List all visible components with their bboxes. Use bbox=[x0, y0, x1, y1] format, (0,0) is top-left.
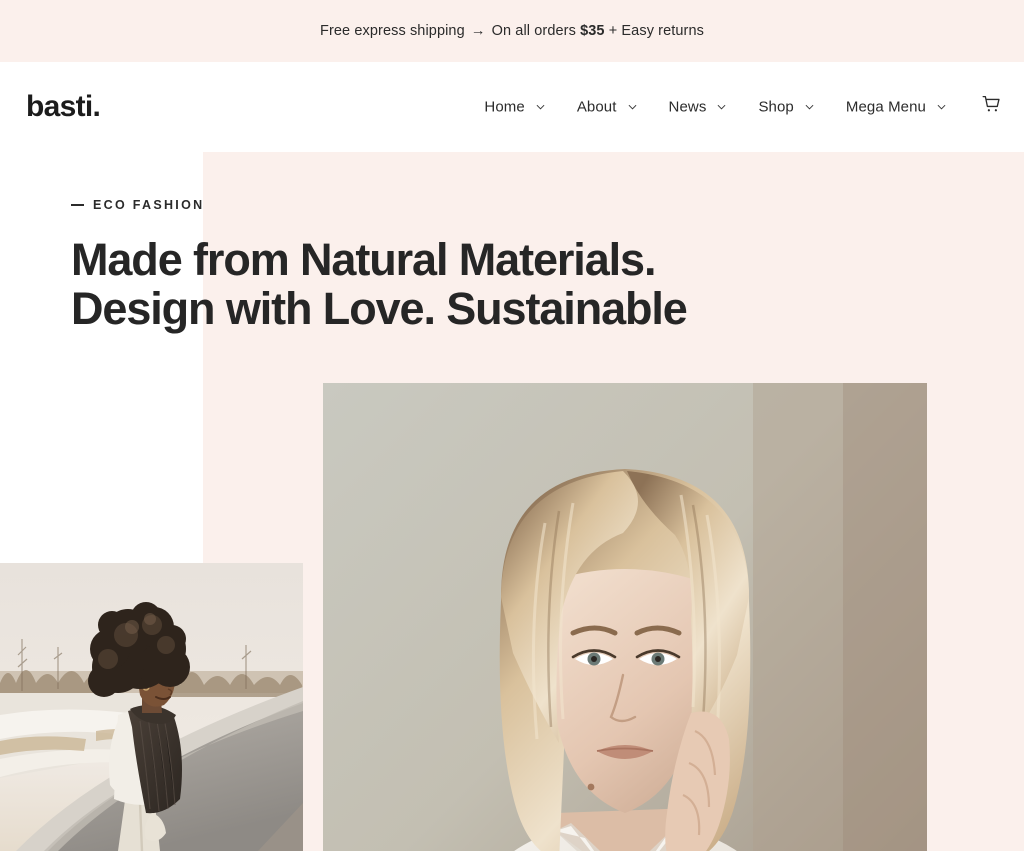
nav-item-home[interactable]: Home bbox=[468, 99, 560, 116]
chevron-down-icon[interactable] bbox=[536, 103, 545, 112]
page-root: Free express shipping → On all orders $3… bbox=[0, 0, 1024, 851]
hero-side-image bbox=[0, 563, 303, 851]
chevron-down-icon[interactable] bbox=[805, 103, 814, 112]
nav-item-label: Shop bbox=[758, 98, 794, 116]
nav-item-mega-menu[interactable]: Mega Menu bbox=[830, 99, 962, 116]
main-navigation: Home About News Shop Mega Menu bbox=[468, 99, 962, 116]
hero-section: ECO FASHION Made from Natural Materials.… bbox=[0, 152, 1024, 851]
cart-button[interactable] bbox=[976, 92, 1006, 122]
announcement-text-after: + Easy returns bbox=[604, 23, 704, 39]
chevron-down-icon[interactable] bbox=[937, 103, 946, 112]
hero-main-image-graphic bbox=[323, 383, 927, 851]
hero-eyebrow-label: ECO FASHION bbox=[93, 198, 205, 212]
hero-eyebrow: ECO FASHION bbox=[71, 198, 687, 212]
announcement-bar: Free express shipping → On all orders $3… bbox=[0, 0, 1024, 62]
hero-headline: Made from Natural Materials. Design with… bbox=[71, 234, 688, 334]
announcement-text: Free express shipping → On all orders $3… bbox=[320, 23, 704, 39]
chevron-down-icon[interactable] bbox=[717, 103, 726, 112]
hero-side-image-graphic bbox=[0, 563, 303, 851]
chevron-down-icon[interactable] bbox=[628, 103, 637, 112]
nav-item-news[interactable]: News bbox=[653, 99, 743, 116]
site-logo[interactable]: basti. bbox=[26, 90, 101, 124]
arrow-right-icon: → bbox=[470, 23, 486, 39]
shopping-cart-icon bbox=[981, 94, 1002, 120]
hero-text-block: ECO FASHION Made from Natural Materials.… bbox=[71, 198, 688, 334]
announcement-text-before: Free express shipping bbox=[320, 23, 469, 39]
announcement-text-middle: On all orders bbox=[487, 23, 581, 39]
site-header: basti. Home About News Shop Mega Menu bbox=[0, 62, 1024, 152]
hero-main-image bbox=[323, 383, 927, 851]
nav-item-label: Home bbox=[484, 98, 525, 116]
announcement-price: $35 bbox=[580, 23, 605, 39]
nav-item-label: About bbox=[576, 98, 617, 116]
nav-item-label: News bbox=[668, 98, 707, 116]
dash-icon bbox=[71, 204, 84, 206]
nav-item-label: Mega Menu bbox=[845, 98, 926, 116]
nav-item-about[interactable]: About bbox=[561, 99, 653, 116]
nav-item-shop[interactable]: Shop bbox=[742, 99, 829, 116]
